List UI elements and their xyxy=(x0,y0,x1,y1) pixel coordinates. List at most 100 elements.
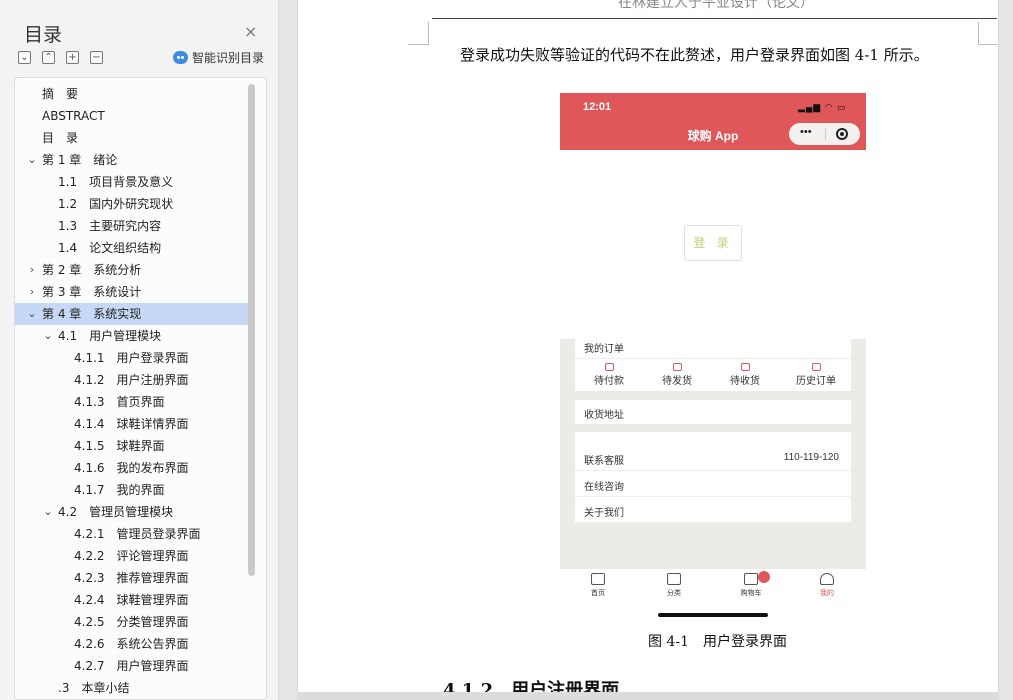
toc-item[interactable]: 4.2.1 管理员登录界面 xyxy=(15,523,249,545)
toc-item[interactable]: ABSTRACT xyxy=(15,105,249,127)
toc-item[interactable]: ⌄ 第 4 章 系统实现 xyxy=(15,303,249,325)
toc-item[interactable]: 4.1.3 首页界面 xyxy=(15,391,249,413)
chevron-down-icon[interactable]: ⌄ xyxy=(42,501,54,523)
chevron-right-icon[interactable]: › xyxy=(26,281,38,303)
close-icon[interactable]: × xyxy=(244,22,257,41)
toc-item[interactable]: 4.1.7 我的界面 xyxy=(15,479,249,501)
toc-item-label: ABSTRACT xyxy=(42,109,105,123)
toc-item[interactable]: 摘 要 xyxy=(15,83,249,105)
orders-title: 我的订单 xyxy=(584,344,624,355)
header-rule xyxy=(432,18,997,19)
service-card: 联系客服 110-119-120 在线咨询 关于我们 xyxy=(575,432,851,522)
toc-item[interactable]: ⌄ 第 1 章 绪论 xyxy=(15,149,249,171)
toc-item[interactable]: 1.3 主要研究内容 xyxy=(15,215,249,237)
toc-list: 摘 要 ABSTRACT 目 录 ⌄ 第 1 章 绪论 1.1 项目背景及意义 1.2 国内… xyxy=(15,83,249,699)
status-time: 12:01 xyxy=(583,101,612,113)
address-card: 收货地址 xyxy=(575,400,851,424)
nav-toolbar: ⌄ ⌃ + − 智能识别目录 xyxy=(18,51,268,67)
toc-item[interactable]: .3 本章小结 xyxy=(15,677,249,699)
toc-item[interactable]: 4.2.4 球鞋管理界面 xyxy=(15,589,249,611)
address-label: 收货地址 xyxy=(584,410,624,421)
toc-item[interactable]: 4.1.4 球鞋详情界面 xyxy=(15,413,249,435)
service-phone: 110-119-120 xyxy=(783,452,839,463)
toc-item[interactable]: ⌄ 4.2 管理员管理模块 xyxy=(15,501,249,523)
toc-item[interactable]: ⌄ 4.1 用户管理模块 xyxy=(15,325,249,347)
chevron-right-icon[interactable]: › xyxy=(26,259,38,281)
chevron-down-icon[interactable]: ⌄ xyxy=(42,325,54,347)
more-icon: ••• xyxy=(800,126,812,138)
capsule-divider xyxy=(825,128,826,140)
toc-item-label: 4.1.6 我的发布界面 xyxy=(74,461,189,475)
horizontal-scrollbar[interactable] xyxy=(298,692,998,700)
tab-home: 首页 xyxy=(568,573,628,598)
toc-item-label: 4.2.5 分类管理界面 xyxy=(74,615,189,629)
toc-item[interactable]: 1.2 国内外研究现状 xyxy=(15,193,249,215)
close-target-icon xyxy=(836,128,848,140)
toc-item[interactable]: › 第 2 章 系统分析 xyxy=(15,259,249,281)
figure-caption: 图 4-1 用户登录界面 xyxy=(648,634,787,650)
figure-phone-screenshot: 12:01 ▂▄▆ ◠ ▭ 球购 App ••• 登 录 我的订单 待付款 待发… xyxy=(560,93,866,617)
package-icon xyxy=(672,363,682,371)
nav-title: 目录 xyxy=(24,24,63,46)
toc-item-label: 1.2 国内外研究现状 xyxy=(58,197,174,211)
toc-item-label: 第 4 章 系统实现 xyxy=(42,307,142,321)
order-pending-receipt: 待收货 xyxy=(715,363,775,387)
service-row-consult: 在线咨询 xyxy=(575,471,851,497)
toc-item[interactable]: 4.1.1 用户登录界面 xyxy=(15,347,249,369)
remove-heading-icon[interactable]: − xyxy=(90,51,103,64)
toc-item-label: 1.4 论文组织结构 xyxy=(58,241,162,255)
service-label: 在线咨询 xyxy=(584,482,624,493)
order-label: 待发货 xyxy=(662,376,692,387)
toc-item-label: 4.1.4 球鞋详情界面 xyxy=(74,417,189,431)
order-pending-payment: 待付款 xyxy=(579,363,639,387)
home-icon xyxy=(591,573,605,585)
toc-item[interactable]: 4.1.6 我的发布界面 xyxy=(15,457,249,479)
toc-item[interactable]: 4.2.5 分类管理界面 xyxy=(15,611,249,633)
smart-toc-label: 智能识别目录 xyxy=(191,51,264,65)
toc-item[interactable]: 目 录 xyxy=(15,127,249,149)
toc-scrollbar[interactable] xyxy=(248,84,255,576)
cart-icon xyxy=(744,573,758,585)
toc-item-label: 4.2.6 系统公告界面 xyxy=(74,637,189,651)
orders-divider xyxy=(575,358,851,359)
service-label: 关于我们 xyxy=(584,508,624,519)
history-icon xyxy=(811,363,821,371)
tab-label: 分类 xyxy=(667,590,681,597)
tab-label: 我的 xyxy=(820,590,834,597)
toc-item-label: 第 2 章 系统分析 xyxy=(42,263,142,277)
order-history: 历史订单 xyxy=(786,363,846,387)
toc-item-label: 1.1 项目背景及意义 xyxy=(58,175,174,189)
toc-item-label: 4.1 用户管理模块 xyxy=(58,329,162,343)
toc-item[interactable]: 4.2.6 系统公告界面 xyxy=(15,633,249,655)
toc-item[interactable]: 1.1 项目背景及意义 xyxy=(15,171,249,193)
chevron-down-icon[interactable]: ⌄ xyxy=(26,149,38,171)
toc-item[interactable]: 4.2.7 用户管理界面 xyxy=(15,655,249,677)
chevron-down-icon[interactable]: ⌄ xyxy=(26,303,38,325)
add-heading-icon[interactable]: + xyxy=(66,51,79,64)
toc-item[interactable]: 4.1.5 球鞋界面 xyxy=(15,435,249,457)
toc-item-label: 4.2.3 推荐管理界面 xyxy=(74,571,189,585)
service-label: 联系客服 xyxy=(584,456,624,467)
page-header: 在林建立人于平业设计（论文） xyxy=(618,0,814,11)
expand-up-icon[interactable]: ⌃ xyxy=(42,51,55,64)
margin-corner-left xyxy=(428,22,429,44)
service-row-contact: 联系客服 110-119-120 xyxy=(575,445,851,471)
app-header-bar: 12:01 ▂▄▆ ◠ ▭ 球购 App ••• xyxy=(560,93,866,150)
toc-item[interactable]: 4.2.3 推荐管理界面 xyxy=(15,567,249,589)
login-button: 登 录 xyxy=(684,225,742,261)
grid-icon xyxy=(667,573,681,585)
toc-item[interactable]: 1.4 论文组织结构 xyxy=(15,237,249,259)
cart-badge xyxy=(758,571,770,583)
toc-item[interactable]: 4.1.2 用户注册界面 xyxy=(15,369,249,391)
collapse-all-icon[interactable]: ⌄ xyxy=(18,51,31,64)
smart-toc-button[interactable]: 智能识别目录 xyxy=(172,49,264,66)
toc-item-label: 第 1 章 绪论 xyxy=(42,153,118,167)
toc-item-label: 4.2.2 评论管理界面 xyxy=(74,549,189,563)
margin-corner-left-h xyxy=(408,44,429,45)
toc-item-label: 1.3 主要研究内容 xyxy=(58,219,162,233)
toc-item-label: 第 3 章 系统设计 xyxy=(42,285,142,299)
toc-item[interactable]: 4.2.2 评论管理界面 xyxy=(15,545,249,567)
app-tabbar: 首页 分类 购物车 我的 xyxy=(560,569,866,617)
truck-icon xyxy=(740,363,750,371)
toc-item[interactable]: › 第 3 章 系统设计 xyxy=(15,281,249,303)
